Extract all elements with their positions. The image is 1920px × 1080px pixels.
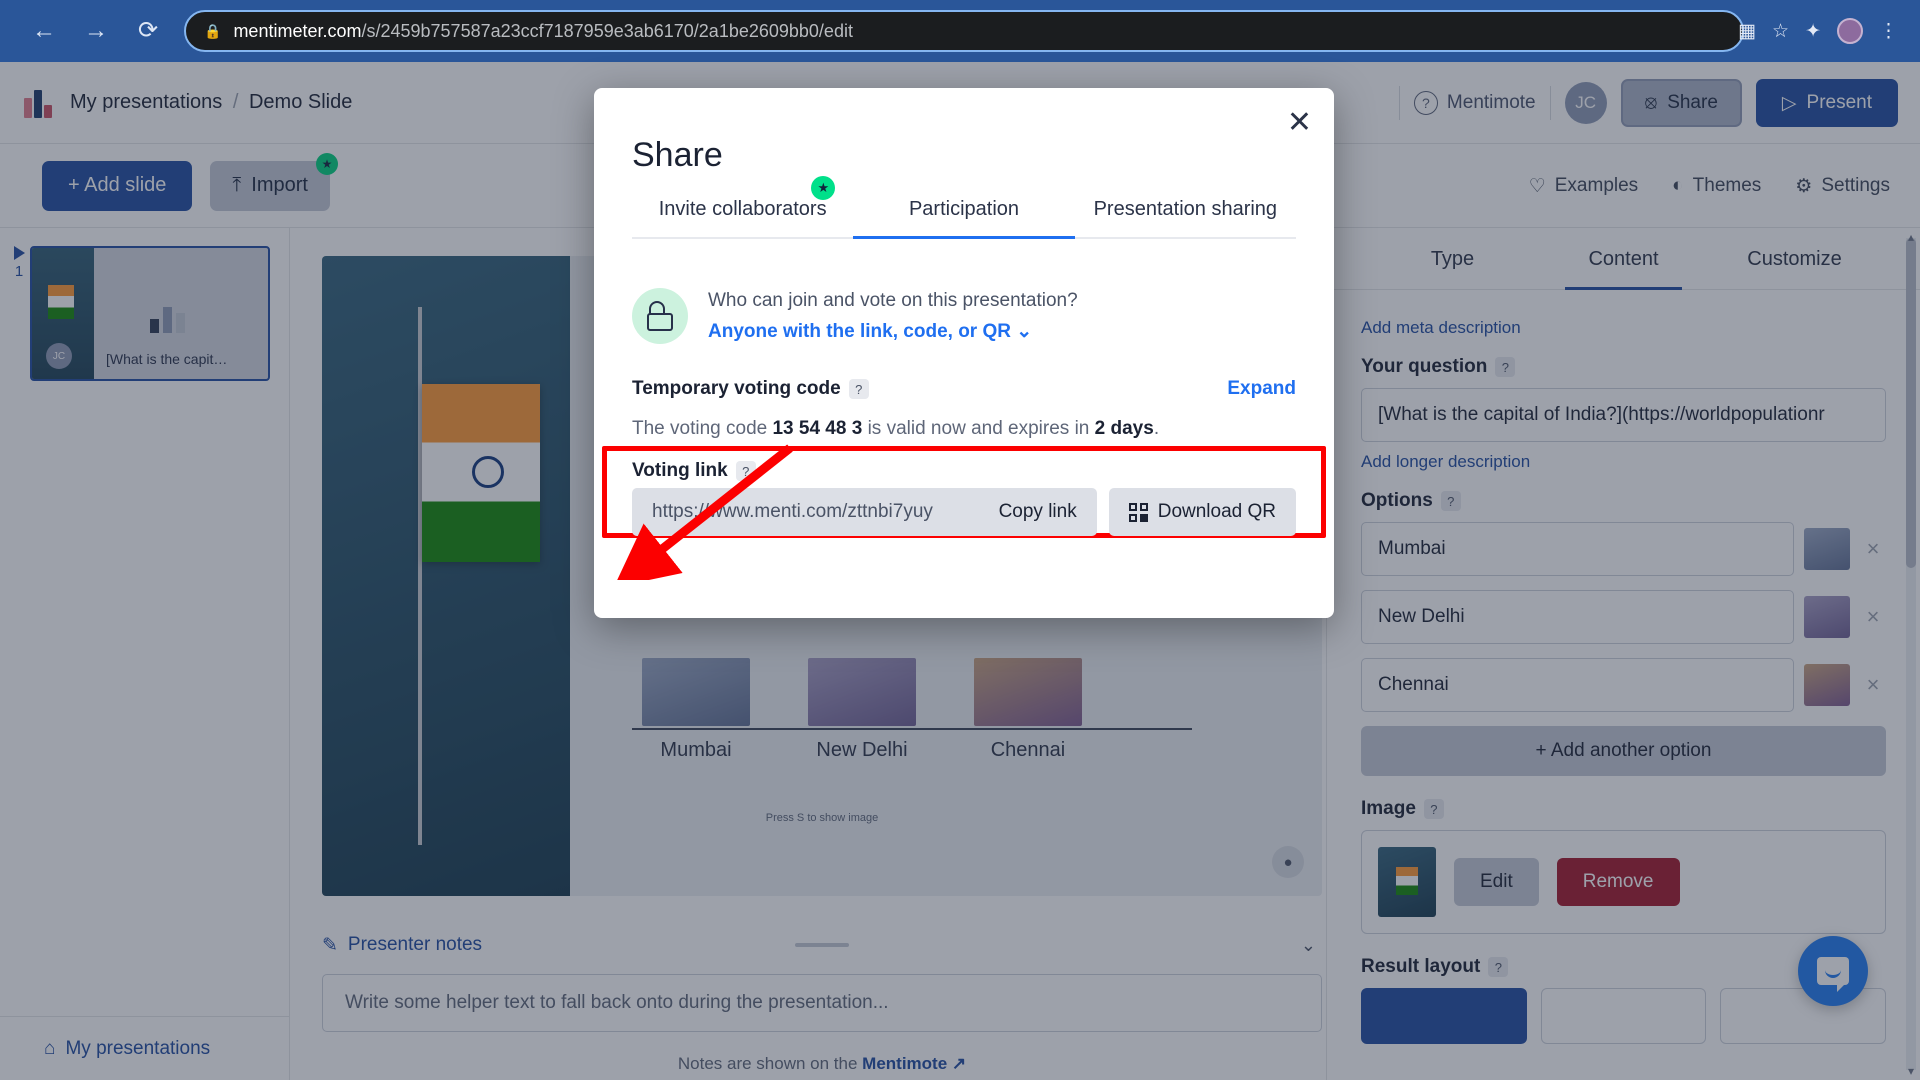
code-desc-prefix: The voting code: [632, 418, 768, 439]
who-can-join-question: Who can join and vote on this presentati…: [708, 289, 1078, 311]
voting-code-help-icon[interactable]: ?: [848, 379, 869, 399]
url-host: mentimeter.com: [233, 20, 362, 41]
expand-button[interactable]: Expand: [1227, 378, 1296, 400]
voting-code-description: The voting code 13 54 48 3 is valid now …: [632, 418, 1296, 440]
voting-code-expiry: 2 days: [1094, 418, 1154, 439]
voting-code-value: 13 54 48 3: [772, 418, 863, 439]
annotation-arrow: [613, 444, 793, 580]
app-root: ← → ⟳ 🔒 mentimeter.com/s/2459b757587a23c…: [0, 0, 1920, 1080]
browser-actions: ▦ ☆ ✦ ⋮: [1738, 0, 1910, 62]
extensions-icon[interactable]: ▦: [1738, 20, 1756, 43]
modal-title: Share: [632, 136, 723, 174]
back-icon[interactable]: ←: [22, 9, 66, 53]
browser-toolbar: ← → ⟳ 🔒 mentimeter.com/s/2459b757587a23c…: [0, 0, 1920, 62]
close-icon[interactable]: ✕: [1287, 108, 1312, 138]
site-lock-icon: 🔒: [204, 22, 222, 39]
unlock-icon: [632, 288, 688, 344]
download-qr-label: Download QR: [1157, 501, 1276, 522]
who-can-join-row: Who can join and vote on this presentati…: [632, 288, 1296, 344]
voting-code-label: Temporary voting code ?: [632, 378, 869, 400]
address-bar[interactable]: 🔒 mentimeter.com/s/2459b757587a23ccf7187…: [184, 10, 1744, 52]
bookmark-star-icon[interactable]: ☆: [1772, 20, 1789, 43]
code-desc-middle: is valid now and expires in: [867, 418, 1090, 439]
tab-invite-star-badge: ★: [811, 176, 836, 200]
chevron-down-icon: ⌄: [1016, 320, 1033, 342]
access-level-value: Anyone with the link, code, or QR: [708, 320, 1011, 342]
voting-code-label-text: Temporary voting code: [632, 378, 841, 399]
tab-presentation-sharing[interactable]: Presentation sharing: [1075, 198, 1296, 237]
code-desc-suffix: .: [1153, 418, 1160, 439]
qr-code-icon: [1128, 502, 1148, 522]
modal-tabs: Invite collaborators ★ Participation Pre…: [632, 176, 1296, 239]
tab-invite-label: Invite collaborators: [658, 198, 827, 220]
download-qr-button[interactable]: Download QR: [1108, 488, 1296, 536]
browser-profile-avatar[interactable]: [1837, 18, 1863, 44]
access-level-dropdown[interactable]: Anyone with the link, code, or QR ⌄: [708, 320, 1078, 343]
tab-participation[interactable]: Participation: [853, 198, 1075, 239]
puzzle-extension-icon[interactable]: ✦: [1805, 20, 1821, 43]
url-text: mentimeter.com/s/2459b757587a23ccf718795…: [233, 21, 853, 42]
reload-icon[interactable]: ⟳: [126, 9, 170, 53]
copy-link-button[interactable]: Copy link: [999, 501, 1077, 523]
url-path: /s/2459b757587a23ccf7187959e3ab6170/2a1b…: [361, 20, 853, 41]
forward-icon[interactable]: →: [74, 9, 118, 53]
browser-menu-icon[interactable]: ⋮: [1879, 20, 1898, 43]
tab-invite-collaborators[interactable]: Invite collaborators ★: [632, 176, 853, 237]
